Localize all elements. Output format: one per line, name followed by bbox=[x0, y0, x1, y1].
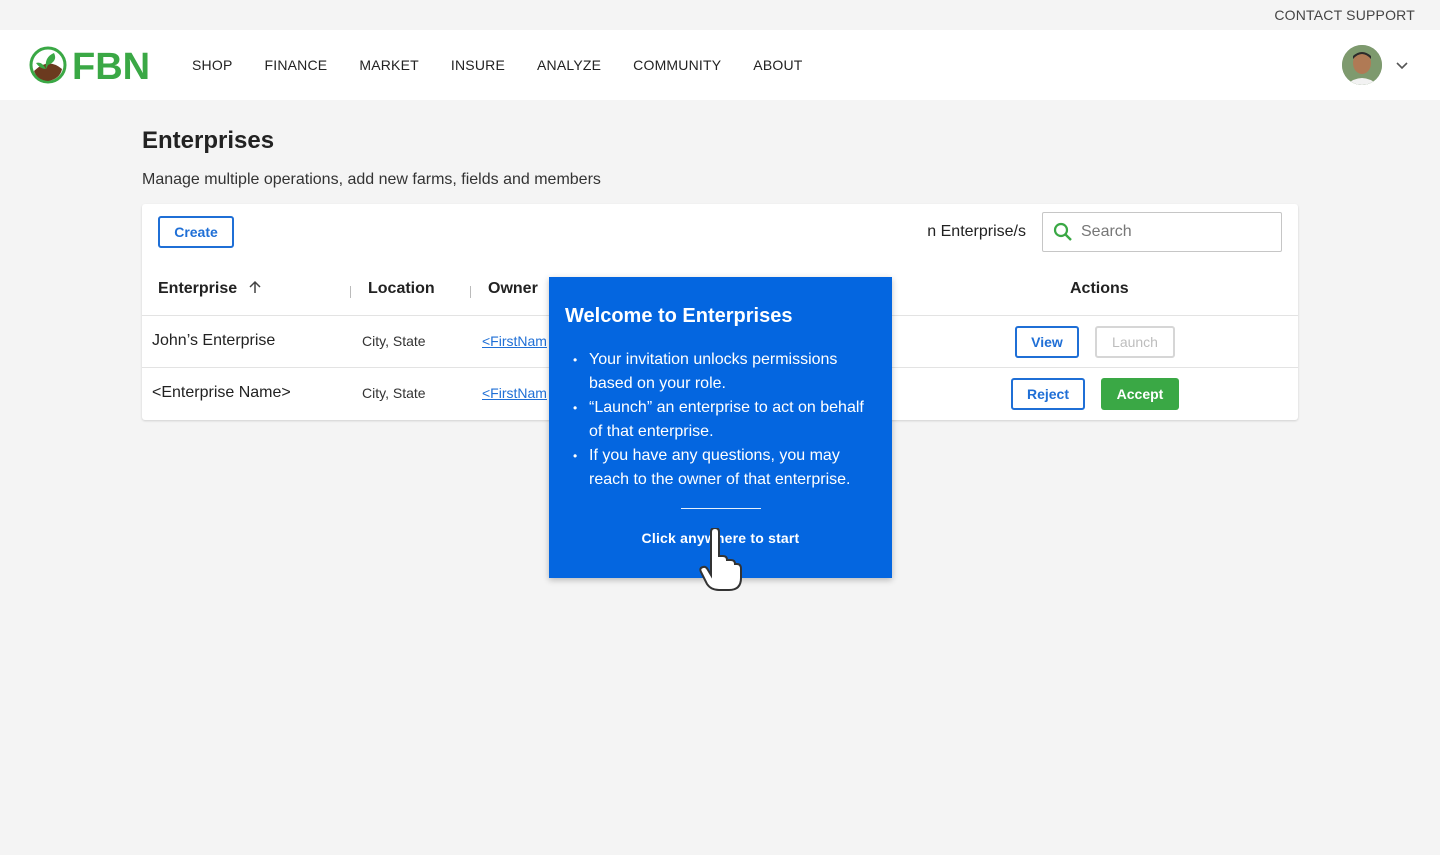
utility-bar: CONTACT SUPPORT bbox=[0, 0, 1440, 30]
fbn-logo-mark: FBN bbox=[29, 46, 150, 87]
search-icon bbox=[1053, 222, 1072, 241]
enterprise-count: n Enterprise/s bbox=[927, 223, 1026, 240]
reject-button[interactable]: Reject bbox=[1011, 378, 1085, 410]
owner-link[interactable]: <FirstNam bbox=[482, 333, 547, 349]
nav-finance[interactable]: FINANCE bbox=[264, 57, 327, 73]
enterprise-location: City, State bbox=[362, 385, 426, 401]
contact-support-link[interactable]: CONTACT SUPPORT bbox=[1274, 7, 1415, 23]
popover-bullets: Your invitation unlocks permissions base… bbox=[565, 348, 876, 492]
fbn-logo[interactable]: FBN bbox=[28, 43, 192, 87]
nav-menu: SHOP FINANCE MARKET INSURE ANALYZE COMMU… bbox=[192, 57, 835, 73]
svg-text:FBN: FBN bbox=[72, 46, 150, 87]
nav-insure[interactable]: INSURE bbox=[451, 57, 505, 73]
avatar-image bbox=[1342, 45, 1382, 85]
accept-button[interactable]: Accept bbox=[1101, 378, 1179, 410]
popover-bullet: Your invitation unlocks permissions base… bbox=[573, 348, 876, 396]
popover-bullet: If you have any questions, you may reach… bbox=[573, 444, 876, 492]
create-button[interactable]: Create bbox=[158, 216, 234, 248]
page-subtitle: Manage multiple operations, add new farm… bbox=[142, 171, 601, 188]
chevron-down-icon[interactable] bbox=[1394, 57, 1410, 73]
page-content: Enterprises Manage multiple operations, … bbox=[142, 100, 1298, 420]
avatar[interactable] bbox=[1342, 45, 1382, 85]
column-divider bbox=[470, 286, 471, 298]
col-enterprise-label: Enterprise bbox=[158, 280, 238, 297]
nav-shop[interactable]: SHOP bbox=[192, 57, 232, 73]
nav-market[interactable]: MARKET bbox=[359, 57, 419, 73]
view-button[interactable]: View bbox=[1015, 326, 1079, 358]
popover-divider bbox=[680, 508, 761, 509]
search-input[interactable] bbox=[1081, 223, 1261, 241]
enterprise-name: John’s Enterprise bbox=[152, 332, 276, 349]
popover-title: Welcome to Enterprises bbox=[565, 305, 793, 327]
main-nav: FBN SHOP FINANCE MARKET INSURE ANALYZE C… bbox=[0, 30, 1440, 100]
page-title: Enterprises bbox=[142, 127, 275, 154]
enterprise-location: City, State bbox=[362, 333, 426, 349]
search-box[interactable] bbox=[1042, 212, 1282, 252]
col-location[interactable]: Location bbox=[368, 280, 435, 298]
owner-link[interactable]: <FirstNam bbox=[482, 385, 547, 401]
column-divider bbox=[350, 286, 351, 298]
profile-menu[interactable] bbox=[1342, 45, 1410, 85]
sort-ascending-icon[interactable] bbox=[248, 280, 262, 294]
launch-button[interactable]: Launch bbox=[1095, 326, 1175, 358]
popover-bullet: “Launch” an enterprise to act on behalf … bbox=[573, 396, 876, 444]
col-owner[interactable]: Owner bbox=[488, 280, 538, 298]
nav-community[interactable]: COMMUNITY bbox=[633, 57, 721, 73]
nav-about[interactable]: ABOUT bbox=[753, 57, 802, 73]
col-enterprise[interactable]: Enterprise bbox=[158, 280, 262, 298]
nav-analyze[interactable]: ANALYZE bbox=[537, 57, 601, 73]
hand-pointer-icon bbox=[699, 528, 742, 591]
col-actions: Actions bbox=[1070, 280, 1129, 297]
enterprise-name: <Enterprise Name> bbox=[152, 384, 291, 401]
